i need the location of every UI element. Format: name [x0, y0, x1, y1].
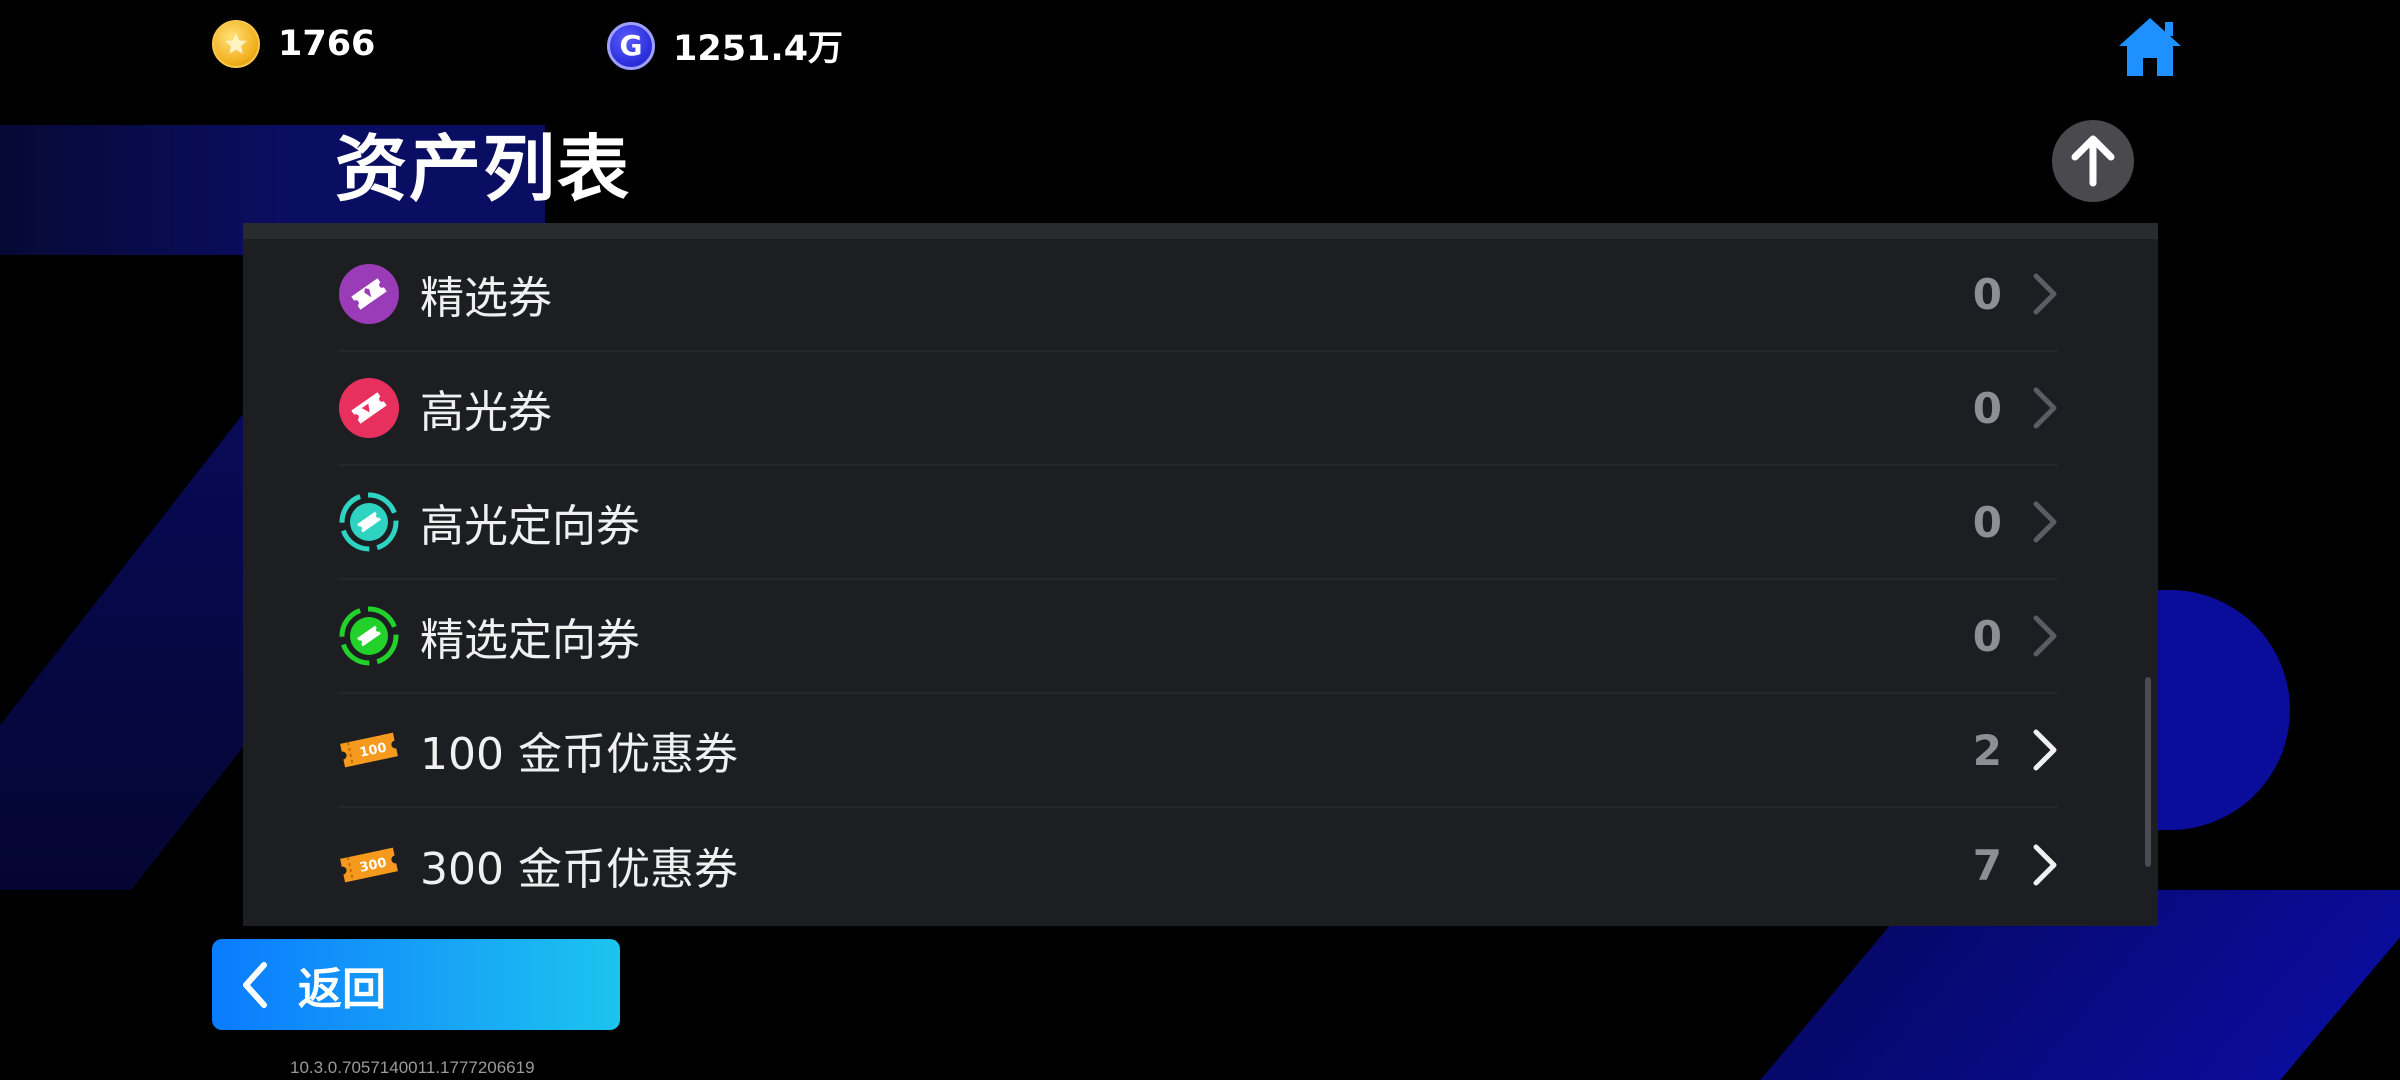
- chevron-right-icon: [2002, 500, 2058, 544]
- home-button[interactable]: [2115, 14, 2185, 80]
- g-coin-count: 1251.4万: [673, 29, 844, 69]
- highlight-targeted-ticket-icon: [338, 491, 400, 553]
- version-text: 10.3.0.7057140011.1777206619: [290, 1058, 535, 1077]
- list-scrollbar[interactable]: [2145, 677, 2151, 867]
- back-button-label: 返回: [298, 963, 386, 1015]
- list-item-highlight-ticket[interactable]: 高光券 0: [338, 352, 2058, 466]
- selected-ticket-icon: [338, 263, 400, 325]
- asset-label: 300 金币优惠券: [420, 844, 738, 895]
- gold-coin-count: 1766: [278, 24, 376, 64]
- list-item-selected-targeted-ticket[interactable]: 精选定向券 0: [338, 580, 2058, 694]
- asset-count: 0: [1972, 269, 2002, 319]
- chevron-right-icon: [2002, 728, 2058, 772]
- g-coin-balance: G 1251.4万: [607, 20, 843, 71]
- highlight-ticket-icon: [338, 377, 400, 439]
- asset-label: 100 金币优惠券: [420, 729, 738, 780]
- chevron-right-icon: [2002, 272, 2058, 316]
- chevron-right-icon: [2002, 614, 2058, 658]
- asset-label: 精选券: [420, 273, 552, 324]
- list-item-coupon-300[interactable]: 300 300 金币优惠券 7: [338, 808, 2058, 922]
- asset-count: 0: [1972, 611, 2002, 661]
- asset-count: 7: [1972, 840, 2002, 890]
- asset-label: 高光定向券: [420, 501, 640, 552]
- list-item-selected-ticket[interactable]: 精选券 0: [338, 239, 2058, 352]
- back-button[interactable]: 返回: [212, 939, 620, 1030]
- asset-label: 精选定向券: [420, 615, 640, 666]
- coupon-300-icon: 300: [338, 834, 400, 896]
- selected-targeted-ticket-icon: [338, 605, 400, 667]
- gold-coin-icon: [212, 20, 260, 68]
- coupon-100-icon: 100: [338, 719, 400, 781]
- list-item-highlight-targeted-ticket[interactable]: 高光定向券 0: [338, 466, 2058, 580]
- home-icon: [2119, 18, 2181, 76]
- chevron-right-icon: [2002, 386, 2058, 430]
- page-title: 资产列表: [335, 127, 632, 211]
- gold-coin-balance: 1766: [212, 20, 375, 68]
- g-coin-symbol: G: [619, 29, 643, 62]
- arrow-up-icon: [2071, 135, 2115, 187]
- list-item-coupon-100[interactable]: 100 100 金币优惠券 2: [338, 694, 2058, 808]
- scroll-to-top-button[interactable]: [2052, 120, 2134, 202]
- asset-count: 0: [1972, 497, 2002, 547]
- asset-count: 2: [1972, 725, 2002, 775]
- g-coin-icon: G: [607, 21, 655, 70]
- asset-list-panel[interactable]: 精选券 0 高光券 0 高光定向券 0 精选定向券 0 100 100 金币优惠…: [243, 223, 2158, 926]
- asset-count: 0: [1972, 383, 2002, 433]
- asset-label: 高光券: [420, 387, 552, 438]
- chevron-right-icon: [2002, 843, 2058, 887]
- chevron-left-icon: [240, 961, 280, 1009]
